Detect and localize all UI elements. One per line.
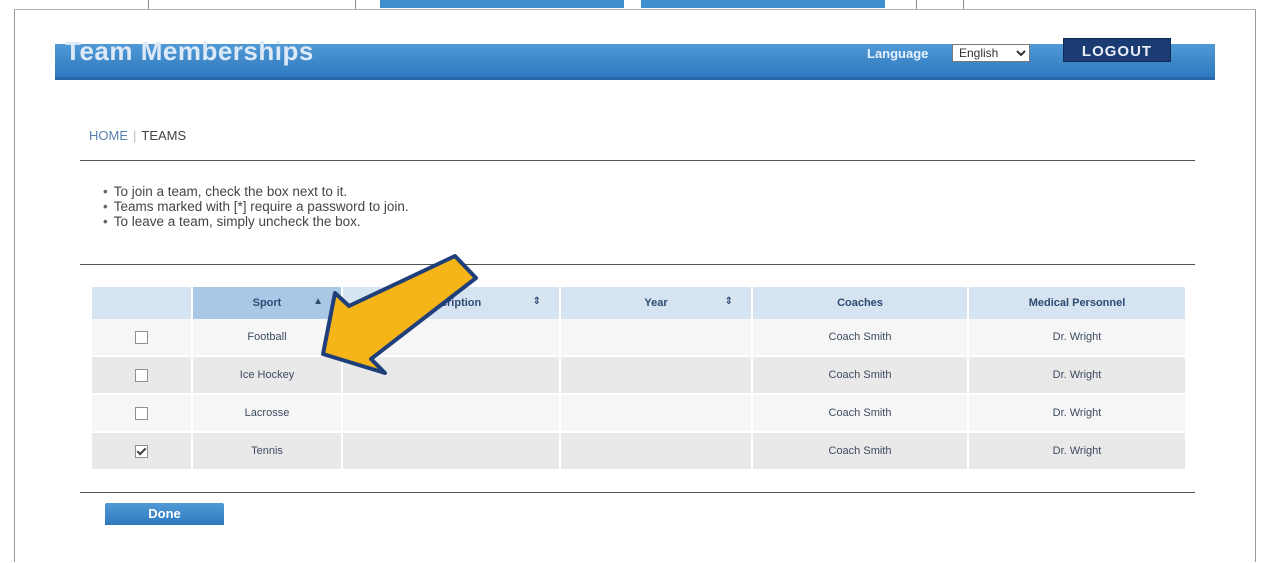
pointer-arrow-icon xyxy=(321,254,478,375)
arrow-shape xyxy=(321,254,478,375)
